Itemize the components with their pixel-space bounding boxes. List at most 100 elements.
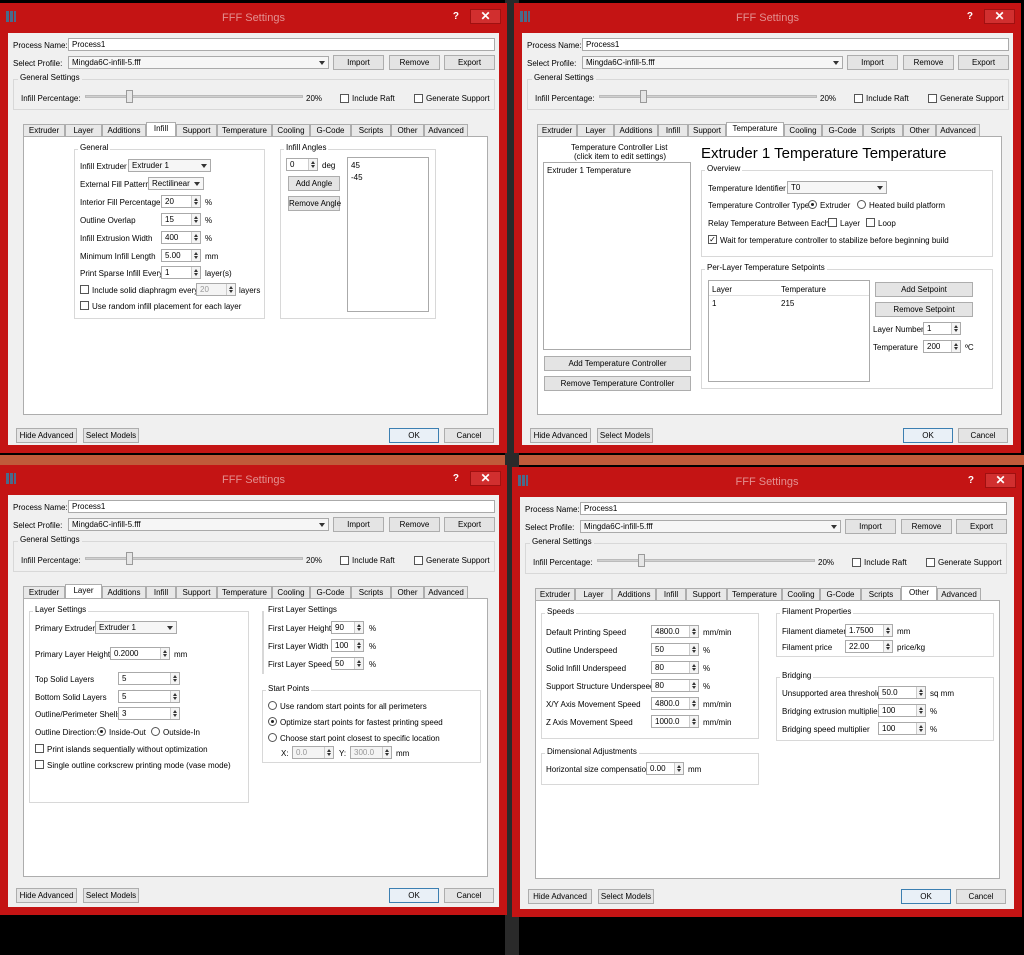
tab-additions[interactable]: Additions	[614, 124, 658, 136]
layer-height-stepper[interactable]: 0.2000	[110, 647, 170, 660]
spin-arrows-icon[interactable]	[170, 673, 179, 684]
tab-infill[interactable]: Infill	[146, 122, 176, 136]
start-random-radio[interactable]	[268, 701, 277, 710]
min-infill-length-stepper[interactable]: 5.00	[161, 249, 201, 262]
remove-button[interactable]: Remove	[389, 55, 440, 70]
select-models-button[interactable]: Select Models	[598, 889, 654, 904]
tab-extruder[interactable]: Extruder	[23, 124, 65, 136]
tab-infill[interactable]: Infill	[146, 586, 176, 598]
spin-arrows-icon[interactable]	[382, 747, 391, 758]
remove-temperature-controller-button[interactable]: Remove Temperature Controller	[544, 376, 691, 391]
outline-underspeed-stepper[interactable]: 50	[651, 643, 699, 656]
list-item[interactable]: Extruder 1 Temperature	[547, 166, 631, 175]
profile-select[interactable]: Mingda6C-infill-5.fff	[580, 520, 841, 533]
tab-support[interactable]: Support	[686, 588, 727, 600]
infill-extruder-select[interactable]: Extruder 1	[128, 159, 211, 172]
start-closest-radio[interactable]	[268, 733, 277, 742]
bottom-solid-layers-stepper[interactable]: 5	[118, 690, 180, 703]
support-underspeed-stepper[interactable]: 80	[651, 679, 699, 692]
spin-arrows-icon[interactable]	[916, 705, 925, 716]
help-button[interactable]: ?	[453, 473, 459, 484]
infill-slider-track[interactable]	[599, 95, 817, 98]
xy-speed-stepper[interactable]: 4800.0	[651, 697, 699, 710]
tab-gcode[interactable]: G-Code	[310, 586, 351, 598]
tab-extruder[interactable]: Extruder	[537, 124, 577, 136]
infill-slider-handle[interactable]	[639, 90, 647, 103]
hide-advanced-button[interactable]: Hide Advanced	[528, 889, 592, 904]
remove-angle-button[interactable]: Remove Angle	[288, 196, 341, 211]
tab-layer[interactable]: Layer	[577, 124, 614, 136]
select-models-button[interactable]: Select Models	[83, 888, 139, 903]
horizontal-compensation-stepper[interactable]: 0.00	[646, 762, 684, 775]
close-button[interactable]: ✕	[984, 9, 1015, 24]
outline-overlap-stepper[interactable]: 15	[161, 213, 201, 226]
layer-number-stepper[interactable]: 1	[923, 322, 961, 335]
add-setpoint-button[interactable]: Add Setpoint	[875, 282, 973, 297]
spin-arrows-icon[interactable]	[916, 687, 925, 698]
spin-arrows-icon[interactable]	[951, 323, 960, 334]
setpoint-temperature-stepper[interactable]: 200	[923, 340, 961, 353]
tab-other[interactable]: Other	[903, 124, 936, 136]
add-temperature-controller-button[interactable]: Add Temperature Controller	[544, 356, 691, 371]
direction-inside-out-radio[interactable]	[97, 727, 106, 736]
controller-list[interactable]: Extruder 1 Temperature	[543, 162, 691, 350]
spin-arrows-icon[interactable]	[354, 658, 363, 669]
tab-other[interactable]: Other	[901, 586, 937, 600]
spin-arrows-icon[interactable]	[689, 680, 698, 691]
tab-cooling[interactable]: Cooling	[782, 588, 820, 600]
generate-support-checkbox[interactable]	[928, 94, 937, 103]
spin-arrows-icon[interactable]	[191, 196, 200, 207]
include-raft-checkbox[interactable]	[854, 94, 863, 103]
process-name-input[interactable]: Process1	[68, 500, 495, 513]
tab-support[interactable]: Support	[176, 586, 217, 598]
tab-scripts[interactable]: Scripts	[863, 124, 903, 136]
tab-additions[interactable]: Additions	[102, 124, 146, 136]
remove-button[interactable]: Remove	[903, 55, 954, 70]
tab-temperature[interactable]: Temperature	[217, 124, 272, 136]
spin-arrows-icon[interactable]	[170, 708, 179, 719]
first-layer-height-stepper[interactable]: 90	[331, 621, 364, 634]
remove-button[interactable]: Remove	[389, 517, 440, 532]
temperature-identifier-select[interactable]: T0	[787, 181, 887, 194]
include-raft-checkbox[interactable]	[852, 558, 861, 567]
tab-other[interactable]: Other	[391, 586, 424, 598]
spin-arrows-icon[interactable]	[170, 691, 179, 702]
setpoints-table[interactable]: Layer Temperature 1 215	[708, 280, 870, 382]
tab-support[interactable]: Support	[176, 124, 217, 136]
ok-button[interactable]: OK	[903, 428, 953, 443]
list-item[interactable]: -45	[351, 173, 363, 182]
add-angle-button[interactable]: Add Angle	[288, 176, 340, 191]
sparse-infill-stepper[interactable]: 1	[161, 266, 201, 279]
help-button[interactable]: ?	[967, 11, 973, 22]
tab-advanced[interactable]: Advanced	[424, 586, 468, 598]
tab-advanced[interactable]: Advanced	[936, 124, 980, 136]
relay-layer-checkbox[interactable]	[828, 218, 837, 227]
angle-stepper[interactable]: 0	[286, 158, 318, 171]
spin-arrows-icon[interactable]	[191, 267, 200, 278]
spin-arrows-icon[interactable]	[883, 625, 892, 636]
spin-arrows-icon[interactable]	[916, 723, 925, 734]
tab-other[interactable]: Other	[391, 124, 424, 136]
export-button[interactable]: Export	[956, 519, 1007, 534]
profile-select[interactable]: Mingda6C-infill-5.fff	[582, 56, 843, 69]
tab-support[interactable]: Support	[688, 124, 726, 136]
generate-support-checkbox[interactable]	[414, 94, 423, 103]
hide-advanced-button[interactable]: Hide Advanced	[16, 428, 77, 443]
perimeter-shells-stepper[interactable]: 3	[118, 707, 180, 720]
top-solid-layers-stepper[interactable]: 5	[118, 672, 180, 685]
type-bed-radio[interactable]	[857, 200, 866, 209]
wait-stabilize-checkbox[interactable]: ✓	[708, 235, 717, 244]
include-raft-checkbox[interactable]	[340, 556, 349, 565]
include-raft-checkbox[interactable]	[340, 94, 349, 103]
first-layer-width-stepper[interactable]: 100	[331, 639, 364, 652]
tab-layer[interactable]: Layer	[575, 588, 612, 600]
remove-button[interactable]: Remove	[901, 519, 952, 534]
spin-arrows-icon[interactable]	[689, 698, 698, 709]
select-models-button[interactable]: Select Models	[597, 428, 653, 443]
profile-select[interactable]: Mingda6C-infill-5.fff	[68, 56, 329, 69]
spin-arrows-icon[interactable]	[354, 622, 363, 633]
tab-gcode[interactable]: G-Code	[822, 124, 863, 136]
tab-additions[interactable]: Additions	[612, 588, 656, 600]
spin-arrows-icon[interactable]	[883, 641, 892, 652]
solid-infill-underspeed-stepper[interactable]: 80	[651, 661, 699, 674]
